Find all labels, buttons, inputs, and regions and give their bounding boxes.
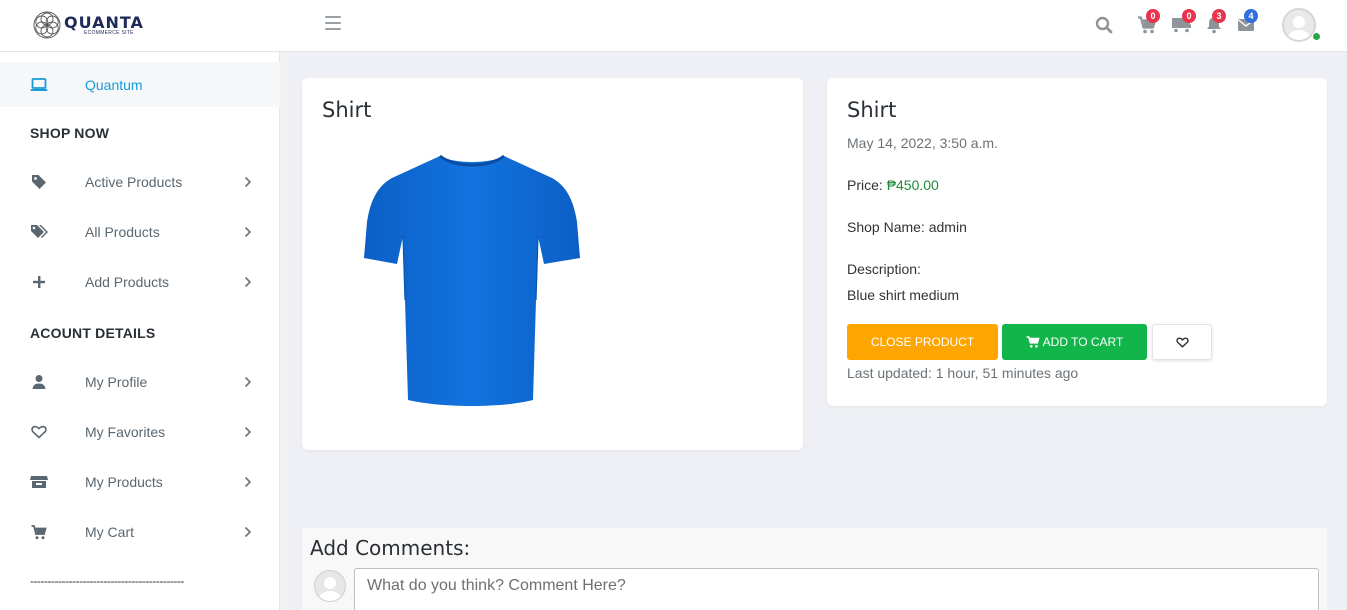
sidebar-item-label: Active Products [85, 174, 183, 190]
sidebar-item-my-cart[interactable]: My Cart [0, 512, 280, 552]
comments-section: Add Comments: [302, 528, 1327, 610]
comment-input[interactable] [354, 568, 1319, 610]
description-label: Description: [847, 261, 921, 277]
envelope-icon[interactable]: 4 [1236, 9, 1258, 38]
heart-icon [1175, 337, 1189, 348]
search-icon[interactable] [1094, 12, 1116, 38]
price-value: ₱450.00 [886, 177, 939, 193]
sidebar-item-label: Add Products [85, 274, 170, 290]
chevron-right-icon [243, 226, 253, 238]
sidebar-item-quantum[interactable]: Quantum [0, 62, 280, 107]
chevron-right-icon [243, 526, 253, 538]
brand-logo[interactable]: QUANTA ECOMMERCE SITE [32, 9, 144, 41]
product-title: Shirt [847, 98, 897, 122]
sidebar-item-label: My Favorites [85, 424, 166, 440]
envelope-badge: 4 [1244, 9, 1258, 23]
product-image-title: Shirt [322, 98, 372, 122]
online-status-dot [1312, 32, 1321, 41]
sidebar-divider: ----------------------------------------… [30, 574, 184, 588]
avatar-icon [318, 577, 342, 601]
brand-name: QUANTA [64, 12, 144, 32]
truck-badge: 0 [1182, 9, 1196, 23]
quanta-logo-icon [33, 11, 61, 39]
chevron-right-icon [243, 276, 253, 288]
sidebar-item-label: My Profile [85, 374, 148, 390]
sidebar-item-label: All Products [85, 224, 160, 240]
last-updated: Last updated: 1 hour, 51 minutes ago [847, 365, 1079, 381]
cart-icon[interactable]: 0 [1136, 9, 1160, 38]
product-date: May 14, 2022, 3:50 a.m. [847, 135, 998, 151]
add-to-cart-label: ADD TO CART [1042, 335, 1124, 349]
sidebar-item-add-products[interactable]: Add Products [0, 262, 280, 302]
sidebar: Quantum SHOP NOW Active Products All Pro… [0, 52, 280, 610]
plus-icon [30, 273, 48, 291]
tags-icon [30, 223, 48, 241]
sidebar-scrollbar[interactable] [280, 52, 288, 610]
price-label: Price: [847, 177, 887, 193]
sidebar-item-my-products[interactable]: My Products [0, 462, 280, 502]
sidebar-item-active-products[interactable]: Active Products [0, 162, 280, 202]
bell-icon[interactable]: 3 [1204, 9, 1226, 38]
description-value: Blue shirt medium [847, 287, 960, 303]
menu-toggle-icon[interactable] [325, 16, 341, 30]
product-image[interactable] [362, 150, 582, 410]
store-icon [30, 473, 48, 491]
tag-icon [30, 173, 48, 191]
shop-name-label: Shop Name: [847, 219, 929, 235]
cart-badge: 0 [1146, 9, 1160, 23]
sidebar-item-my-favorites[interactable]: My Favorites [0, 412, 280, 452]
sidebar-item-my-profile[interactable]: My Profile [0, 362, 280, 402]
comments-title: Add Comments: [310, 536, 471, 560]
sidebar-item-label: My Products [85, 474, 163, 490]
shop-name-value: admin [928, 219, 967, 235]
chevron-right-icon [243, 176, 253, 188]
truck-icon[interactable]: 0 [1170, 9, 1196, 38]
shop-name-row: Shop Name: admin [847, 219, 967, 235]
product-image-card: Shirt [302, 78, 803, 450]
sidebar-item-all-products[interactable]: All Products [0, 212, 280, 252]
cart-icon [1026, 336, 1040, 348]
sidebar-item-label: Quantum [85, 76, 143, 93]
chevron-right-icon [243, 376, 253, 388]
commenter-avatar [314, 570, 346, 602]
section-title-shop-now: SHOP NOW [30, 125, 110, 141]
laptop-icon [30, 76, 48, 94]
favorite-button[interactable] [1152, 324, 1212, 360]
sidebar-item-label: My Cart [85, 524, 134, 540]
chevron-right-icon [243, 476, 253, 488]
top-bar: QUANTA ECOMMERCE SITE 0 0 3 4 [0, 0, 1347, 52]
chevron-right-icon [243, 426, 253, 438]
user-icon [30, 373, 48, 391]
add-to-cart-button[interactable]: ADD TO CART [1002, 324, 1147, 360]
user-avatar[interactable] [1282, 8, 1316, 42]
close-product-button[interactable]: CLOSE PRODUCT [847, 324, 998, 360]
brand-tagline: ECOMMERCE SITE [84, 29, 134, 36]
heart-icon [30, 423, 48, 441]
section-title-account-details: ACOUNT DETAILS [30, 325, 156, 341]
cart-icon [30, 523, 48, 541]
product-price-row: Price: ₱450.00 [847, 177, 939, 193]
avatar-icon [1287, 16, 1311, 40]
bell-badge: 3 [1212, 9, 1226, 23]
product-details-card: Shirt May 14, 2022, 3:50 a.m. Price: ₱45… [827, 78, 1327, 406]
